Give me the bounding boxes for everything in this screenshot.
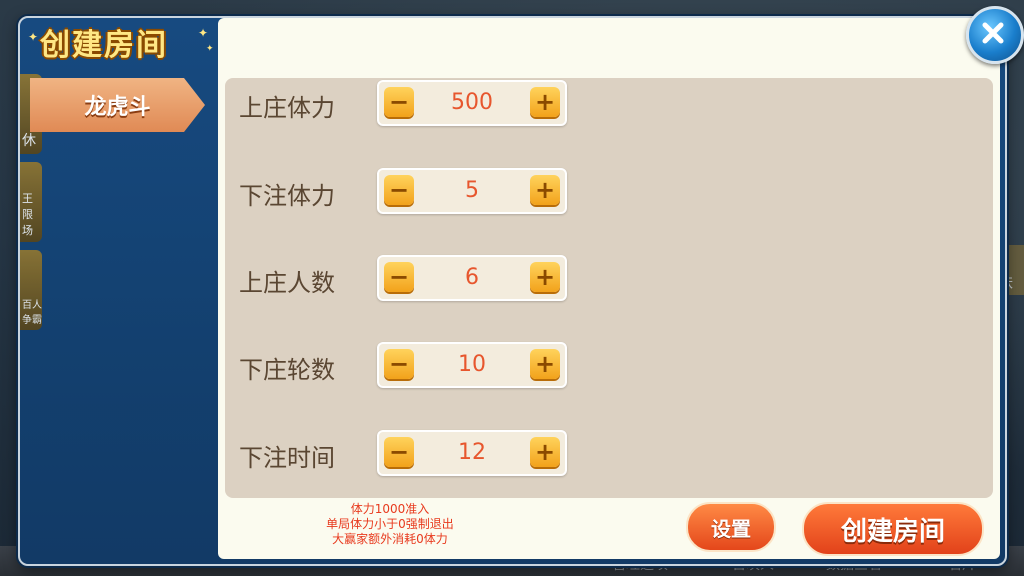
setting-row-dealer-rounds: 下庄轮数 − 10 + — [225, 342, 625, 388]
increment-button[interactable]: + — [530, 87, 560, 117]
stepper-value: 12 — [458, 440, 486, 465]
star-icon: ✦ — [28, 30, 39, 44]
stepper-value: 5 — [465, 178, 479, 203]
settings-button[interactable]: 设置 — [686, 502, 776, 552]
row-label: 下庄轮数 — [239, 356, 335, 384]
stepper-value: 10 — [458, 352, 486, 377]
tab-game-longhudou[interactable]: 龙虎斗 — [30, 78, 205, 132]
side-tile-label: 休 — [22, 133, 36, 149]
setting-row-banker-stamina: 上庄体力 − 500 + — [225, 80, 625, 126]
note-line: 单局体力小于0强制退出 — [326, 517, 454, 531]
close-button[interactable] — [966, 6, 1024, 64]
setting-row-bet-time: 下注时间 − 12 + — [225, 430, 625, 476]
dialog-title: 创建房间 — [40, 28, 168, 63]
increment-button[interactable]: + — [530, 262, 560, 292]
banker-stamina-stepper: − 500 + — [377, 80, 567, 126]
create-room-button[interactable]: 创建房间 — [802, 502, 984, 556]
settings-panel: 上庄体力 − 500 + 下注体力 − 5 + 上庄人数 − 6 + 下庄轮数 … — [225, 78, 993, 498]
row-label: 下注体力 — [239, 182, 335, 210]
stepper-value: 500 — [451, 90, 493, 115]
bet-time-stepper: − 12 + — [377, 430, 567, 476]
dealer-rounds-stepper: − 10 + — [377, 342, 567, 388]
star-icon: ✦ — [206, 44, 214, 54]
decrement-button[interactable]: − — [384, 87, 414, 117]
note-line: 体力1000准入 — [350, 502, 430, 516]
close-icon — [982, 22, 1004, 44]
side-tile: 百人争霸 — [20, 250, 42, 330]
increment-button[interactable]: + — [530, 349, 560, 379]
side-tile-label: 百人争霸 — [22, 300, 42, 326]
setting-row-bet-stamina: 下注体力 − 5 + — [225, 168, 625, 214]
decrement-button[interactable]: − — [384, 349, 414, 379]
stepper-value: 6 — [465, 265, 479, 290]
increment-button[interactable]: + — [530, 175, 560, 205]
decrement-button[interactable]: − — [384, 175, 414, 205]
rules-notes: 体力1000准入 单局体力小于0强制退出 大赢家额外消耗0体力 — [300, 502, 480, 547]
banker-count-stepper: − 6 + — [377, 255, 567, 301]
side-tile: 王限场 — [20, 162, 42, 242]
decrement-button[interactable]: − — [384, 437, 414, 467]
bet-stamina-stepper: − 5 + — [377, 168, 567, 214]
note-line: 大赢家额外消耗0体力 — [332, 532, 448, 546]
increment-button[interactable]: + — [530, 437, 560, 467]
side-tile-label: 王限场 — [22, 192, 33, 237]
star-icon: ✦ — [198, 26, 209, 40]
row-label: 上庄体力 — [239, 94, 335, 122]
setting-row-banker-count: 上庄人数 − 6 + — [225, 255, 625, 301]
row-label: 下注时间 — [239, 444, 335, 472]
row-label: 上庄人数 — [239, 269, 335, 297]
decrement-button[interactable]: − — [384, 262, 414, 292]
